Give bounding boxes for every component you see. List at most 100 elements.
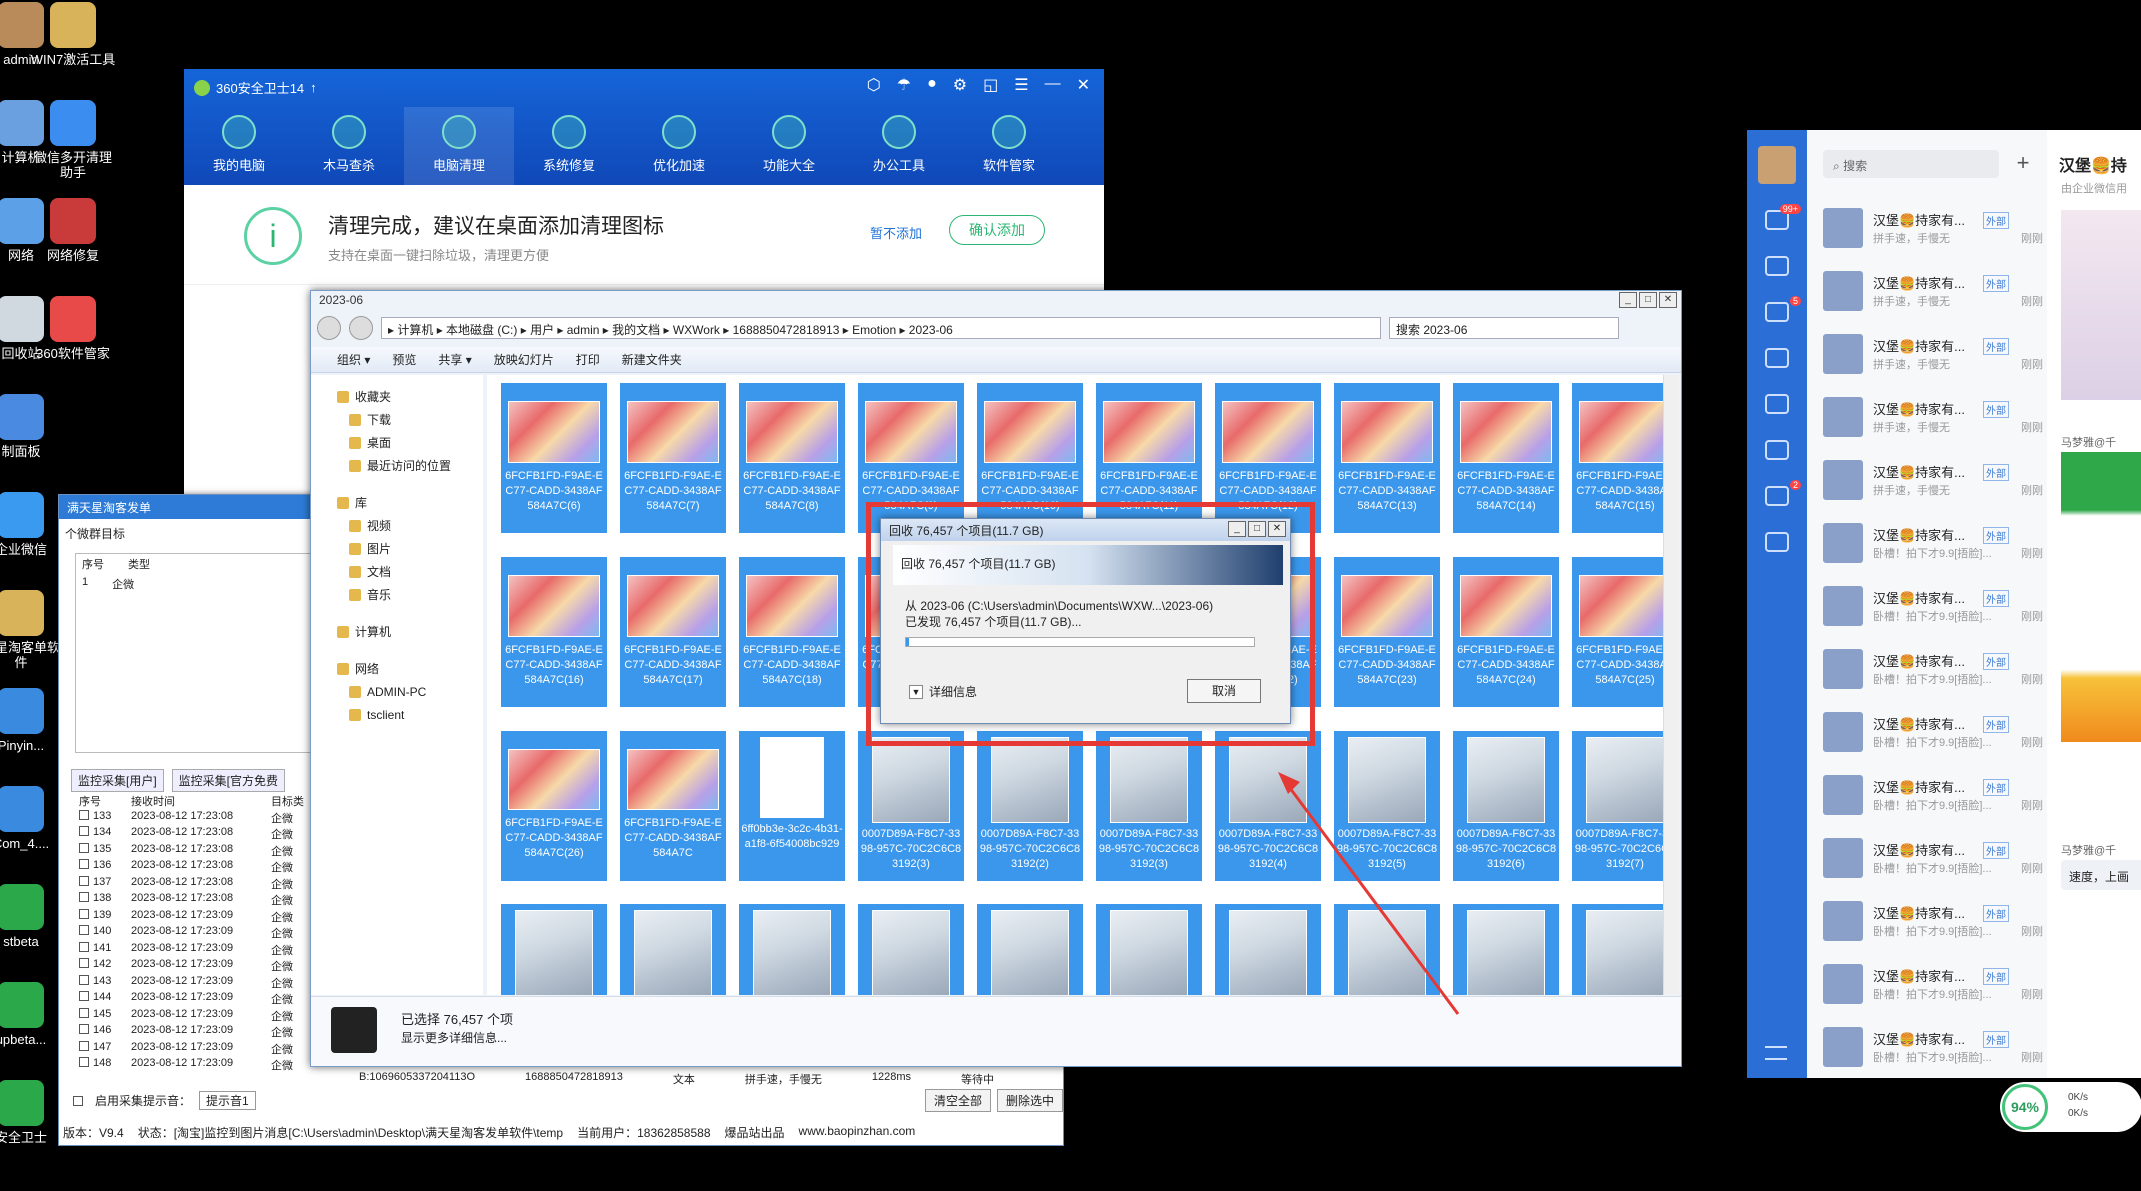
desktop-icon[interactable]: 安全卫士 (0, 1080, 66, 1145)
row-checkbox[interactable] (79, 991, 89, 1001)
row-checkbox[interactable] (79, 859, 89, 869)
file-item[interactable]: 6FCFB1FD-F9AE-EC77-CADD-3438AF584A7C(17) (620, 557, 726, 707)
clear-all-button[interactable]: 清空全部 (925, 1089, 992, 1112)
chat-icon[interactable]: 99+ (1765, 204, 1801, 230)
file-item[interactable]: 6FCFB1FD-F9AE-EC77-CADD-3438AF584A7C(18) (739, 557, 845, 707)
target-tab[interactable]: 个微群目标 (65, 525, 125, 542)
file-item[interactable]: 0007D89A-F8C7 (1334, 904, 1440, 995)
file-item[interactable]: 6FCFB1FD-F9AE-EC77-CADD-3438AF584A7C(8) (739, 383, 845, 534)
file-item[interactable]: 0007D89A-F8C7 (1453, 904, 1559, 995)
nav-desktop[interactable]: 桌面 (337, 431, 483, 454)
tab-4[interactable]: 优化加速 (624, 107, 734, 185)
file-item[interactable]: 6FCFB1FD-F9AE-EC77-CADD-3438AF584A7C(25) (1572, 557, 1663, 707)
upgrade-icon[interactable]: ↑ (310, 80, 317, 95)
file-item[interactable]: 0007D89A-F8C7-3398-957C-70C2C6C83192(3) (1096, 730, 1202, 881)
desktop-icon[interactable]: 天星淘客单软件 (0, 590, 66, 670)
back-button[interactable] (317, 316, 341, 340)
mail-icon[interactable] (1765, 256, 1789, 276)
conversation-item[interactable]: 汉堡🍔持家有... 外部 卧槽！拍下才9.9[捂脸]... 刚刚 (1807, 952, 2047, 1015)
avatar[interactable]: ● (927, 75, 937, 95)
search-input[interactable]: ⌕ 搜索 (1823, 150, 1999, 178)
row-checkbox[interactable] (79, 826, 89, 836)
contacts-icon[interactable]: 2 (1765, 480, 1801, 506)
nav-docs[interactable]: 文档 (337, 560, 483, 583)
file-item[interactable]: 0007D89A-F8C7 (501, 904, 607, 995)
conversation-item[interactable]: 汉堡🍔持家有... 外部 卧槽！拍下才9.9[捂脸]... 刚刚 (1807, 826, 2047, 889)
desktop-icon[interactable]: 360软件管家 (28, 296, 118, 361)
conversation-item[interactable]: 汉堡🍔持家有... 外部 卧槽！拍下才9.9[捂脸]... 刚刚 (1807, 700, 2047, 763)
conversation-item[interactable]: 汉堡🍔持家有... 外部 拼手速，手慢无 刚刚 (1807, 385, 2047, 448)
nav-computer[interactable]: 计算机 (337, 620, 483, 643)
file-item[interactable]: 6FCFB1FD-F9AE-EC77-CADD-3438AF584A7C (620, 730, 726, 881)
more-details-link[interactable]: 显示更多详细信息... (401, 1029, 507, 1046)
row-checkbox[interactable] (79, 925, 89, 935)
row-checkbox[interactable] (79, 1040, 89, 1051)
doc-icon[interactable]: 5 (1765, 296, 1801, 322)
file-item[interactable]: 6FCFB1FD-F9AE-EC77-CADD-3438AF584A7C(26) (501, 730, 607, 881)
conversation-item[interactable]: 汉堡🍔持家有... 外部 拼手速，手慢无 刚刚 (1807, 322, 2047, 385)
calendar-icon[interactable] (1765, 348, 1789, 368)
scrollbar[interactable] (1663, 375, 1679, 995)
toolbar-item[interactable]: 放映幻灯片 (494, 351, 554, 368)
row-checkbox[interactable] (79, 1007, 89, 1018)
file-item[interactable]: 0007D89A-F8C7 (977, 904, 1083, 995)
row-checkbox[interactable] (79, 941, 89, 952)
file-item[interactable]: 0007D89A-F8C7 (1215, 904, 1321, 995)
close-icon[interactable]: ✕ (1077, 75, 1090, 95)
file-item[interactable]: 0007D89A-F8C7 (858, 904, 964, 995)
avatar[interactable] (1758, 146, 1796, 184)
conversation-item[interactable]: 汉堡🍔持家有... 外部 卧槽！拍下才9.9[捂脸]... 刚刚 (1807, 574, 2047, 637)
nav-favorites[interactable]: 收藏夹 (337, 385, 483, 408)
site-link[interactable]: www.baopinzhan.com (799, 1124, 916, 1141)
nav-pc2[interactable]: tsclient (337, 703, 483, 726)
nav-recent[interactable]: 最近访问的位置 (337, 454, 483, 477)
skin-icon[interactable]: ◱ (983, 75, 998, 95)
tab-5[interactable]: 功能大全 (734, 107, 844, 185)
conversation-item[interactable]: 汉堡🍔持家有... 外部 卧槽！拍下才9.9[捂脸]... 刚刚 (1807, 763, 2047, 826)
tab-monitor-user[interactable]: 监控采集[用户] (71, 769, 164, 792)
forward-button[interactable] (349, 316, 373, 340)
enable-prompt-checkbox[interactable] (73, 1095, 83, 1106)
network-speed-widget[interactable]: 94% 0K/s 0K/s (2000, 1082, 2141, 1132)
desktop-icon[interactable]: WIN7激活工具 (28, 2, 118, 67)
file-item[interactable]: 0007D89A-F8C7-3398-957C-70C2C6C83192(5) (1334, 730, 1440, 881)
tab-7[interactable]: 软件管家 (954, 107, 1064, 185)
tab-6[interactable]: 办公工具 (844, 107, 954, 185)
nav-pc1[interactable]: ADMIN-PC (337, 680, 483, 703)
desktop-icon[interactable]: 制面板 (0, 394, 66, 459)
row-checkbox[interactable] (79, 1057, 89, 1067)
tab-2[interactable]: 电脑清理 (404, 107, 514, 185)
tab-1[interactable]: 木马查杀 (294, 107, 404, 185)
search-input[interactable]: 搜索 2023-06 (1389, 317, 1619, 339)
add-icon[interactable]: + (2009, 150, 2037, 178)
file-item[interactable]: 6FCFB1FD-F9AE-EC77-CADD-3438AF584A7C(23) (1334, 557, 1440, 707)
conversation-item[interactable]: 汉堡🍔持家有... 外部 拼手速，手慢无 刚刚 (1807, 448, 2047, 511)
desktop-icon[interactable]: 微信多开清理助手 (28, 100, 118, 180)
message-image[interactable] (2061, 452, 2141, 742)
message-image[interactable] (2061, 210, 2141, 400)
tab-3[interactable]: 系统修复 (514, 107, 624, 185)
file-item[interactable]: 0007D89A-F8C7 (1096, 904, 1202, 995)
file-item[interactable]: 0007D89A-F8C7-3398-957C-70C2C6C83192(6) (1453, 730, 1559, 881)
settings-icon[interactable]: ⚙ (953, 75, 967, 95)
file-item[interactable]: 6FCFB1FD-F9AE-EC77-CADD-3438AF584A7C(14) (1453, 383, 1559, 534)
maximize-icon[interactable]: □ (1639, 292, 1657, 308)
tab-0[interactable]: 我的电脑 (184, 107, 294, 185)
desktop-icon[interactable]: stbeta (0, 884, 66, 949)
later-link[interactable]: 暂不添加 (870, 223, 922, 242)
desktop-icon[interactable]: 企业微信 (0, 492, 66, 557)
nav-network[interactable]: 网络 (337, 657, 483, 680)
breadcrumb[interactable]: ▸ 计算机 ▸ 本地磁盘 (C:) ▸ 用户 ▸ admin ▸ 我的文档 ▸ … (381, 317, 1381, 339)
desktop-icon[interactable]: Pinyin... (0, 688, 66, 753)
conversation-item[interactable]: 汉堡🍔持家有... 外部 拼手速，手慢无 刚刚 (1807, 196, 2047, 259)
conversation-item[interactable]: 汉堡🍔持家有... 外部 卧槽！拍下才9.9[捂脸]... 刚刚 (1807, 1015, 2047, 1078)
file-item[interactable]: 0007D89A-F8C7-3398-957C-70C2C6C83192(4) (1215, 730, 1321, 881)
conversation-item[interactable]: 汉堡🍔持家有... 外部 卧槽！拍下才9.9[捂脸]... 刚刚 (1807, 637, 2047, 700)
file-item[interactable]: 0007D89A-F8C7-3398-957C-70C2C6C83192(2) (977, 730, 1083, 881)
conversation-item[interactable]: 汉堡🍔持家有... 外部 拼手速，手慢无 刚刚 (1807, 259, 2047, 322)
hexagon-icon[interactable] (1765, 532, 1789, 552)
file-item[interactable]: 0007D89A-F8C7-3398-957C-70C2C6C83192(3) (858, 730, 964, 881)
row-checkbox[interactable] (79, 974, 89, 985)
file-item[interactable]: 6FCFB1FD-F9AE-EC77-CADD-3438AF584A7C(16) (501, 557, 607, 707)
file-item[interactable]: 6FCFB1FD-F9AE-EC77-CADD-3438AF584A7C(13) (1334, 383, 1440, 534)
